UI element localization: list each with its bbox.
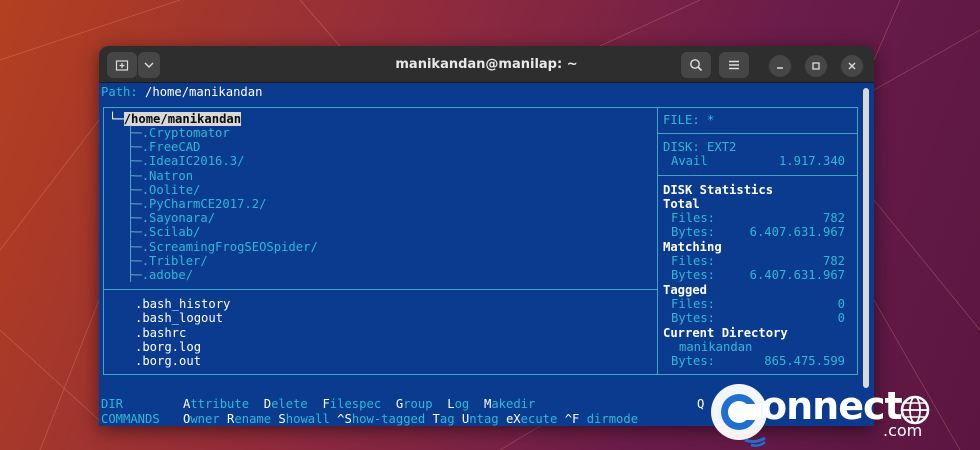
tree-dir-item[interactable]: ├─.Natron — [127, 169, 193, 183]
disk-type: DISK: EXT2 — [663, 140, 737, 154]
tree-dir-name: .Tribler/ — [141, 253, 208, 268]
hamburger-icon — [729, 60, 739, 70]
tree-dir-name: .Cryptomator — [141, 126, 230, 140]
tree-dir-item[interactable]: ├─.ScreamingFrogSEOSpider/ — [127, 240, 318, 254]
curdir-bytes-value: 865.475.599 — [764, 354, 845, 368]
tree-dir-name: .FreeCAD — [141, 140, 201, 155]
total-title: Total — [663, 197, 700, 211]
command-item[interactable]: Group — [396, 397, 433, 411]
command-item[interactable]: Attribute — [183, 397, 249, 411]
maximize-icon — [812, 62, 820, 70]
maximize-button[interactable] — [805, 55, 827, 77]
tree-dir-item[interactable]: ├─.IdeaIC2016.3/ — [127, 154, 244, 168]
total-bytes-value: 6.407.631.967 — [749, 225, 845, 239]
minimize-icon — [777, 67, 783, 69]
command-item[interactable]: Owner — [183, 412, 220, 426]
command-item[interactable]: Rename — [227, 412, 271, 426]
command-item[interactable]: Makedir — [484, 397, 535, 411]
tree-dir-name: .PyCharmCE2017.2/ — [141, 197, 267, 211]
tree-dir-name: .Scilab/ — [141, 225, 201, 240]
file-item[interactable]: .bash_logout — [135, 311, 223, 325]
command-item[interactable]: Untag — [462, 412, 499, 426]
curdir-title: Current Directory — [663, 326, 788, 340]
path-line: Path: /home/manikandan — [101, 85, 262, 99]
terminal-content[interactable]: Path: /home/manikandan └─/home/manikanda… — [99, 83, 874, 426]
matching-bytes-value: 6.407.631.967 — [749, 268, 845, 282]
command-row-commands: COMMANDS Owner Rename Showall ^Show-tagge… — [101, 412, 639, 426]
command-row-dir: DIR Attribute Delete Filespec Group Log M… — [101, 397, 705, 411]
matching-files-value: 782 — [822, 254, 845, 268]
matching-title: Matching — [663, 240, 722, 254]
file-item[interactable]: .borg.log — [135, 340, 201, 354]
tree-branch: ├─ — [127, 253, 142, 268]
search-button[interactable] — [681, 52, 711, 78]
tree-branch: ├─ — [127, 154, 142, 169]
command-item[interactable]: Delete — [264, 397, 308, 411]
tree-branch: ├─ — [127, 225, 142, 240]
avail-value: 1.917.340 — [778, 154, 845, 168]
tree-dir-item[interactable]: ├─.Tribler/ — [127, 254, 208, 268]
tree-dir-item[interactable]: ├─.FreeCAD — [127, 140, 200, 154]
tree-dir-item[interactable]: ├─.PyCharmCE2017.2/ — [127, 197, 266, 211]
tree-dir-item[interactable]: ├─.Scilab/ — [127, 225, 200, 239]
command-item[interactable]: Tag — [433, 412, 455, 426]
tagged-bytes-value: 0 — [837, 311, 845, 325]
search-icon — [690, 59, 703, 72]
command-item[interactable]: Log — [447, 397, 469, 411]
tree-dir-name: .Oolite/ — [141, 182, 201, 197]
tree-dir-item[interactable]: ├─.Cryptomator — [127, 126, 230, 140]
tree-branch: ├─ — [127, 126, 142, 140]
watermark-sub: .com — [883, 421, 923, 440]
tree-branch: ├─ — [127, 197, 142, 211]
file-filter: FILE: * — [663, 113, 715, 127]
tree-branch: ├─ — [127, 182, 142, 197]
tree-branch: ├─ — [127, 168, 142, 183]
stats-title: DISK Statistics — [663, 183, 774, 197]
title-bar: manikandan@manilap: ~ — [99, 46, 874, 83]
file-item[interactable]: .bashrc — [135, 326, 186, 340]
tree-branch: ├─ — [127, 268, 142, 282]
file-item[interactable]: .bash_history — [135, 297, 230, 311]
window-title: manikandan@manilap: ~ — [395, 57, 578, 72]
tree-dir-name: .Sayonara/ — [141, 211, 216, 226]
watermark-text: onnect — [761, 384, 903, 428]
tree-dir-item[interactable]: ├─.Sayonara/ — [127, 211, 215, 225]
tree-dir-name: .IdeaIC2016.3/ — [141, 154, 245, 169]
tree-dir-name: .ScreamingFrogSEOSpider/ — [141, 239, 318, 254]
command-item[interactable]: Filespec — [322, 397, 381, 411]
tagged-title: Tagged — [663, 283, 708, 297]
path-label: Path: — [101, 85, 138, 99]
total-files-value: 782 — [822, 211, 845, 225]
terminal-window: manikandan@manilap: ~ Path: /home/manika… — [99, 46, 874, 426]
scrollbar-thumb[interactable] — [863, 88, 869, 388]
close-icon — [848, 62, 856, 70]
tree-dir-item[interactable]: ├─.Oolite/ — [127, 183, 200, 197]
tree-dir-item[interactable]: ├─.adobe/ — [127, 268, 193, 282]
command-item[interactable]: ^Show-tagged — [337, 412, 425, 426]
tree-branch: ├─ — [127, 140, 142, 155]
command-item[interactable]: eXecute — [506, 412, 557, 426]
tree-root[interactable]: └─/home/manikandan — [109, 112, 242, 126]
tree-branch: ├─ — [127, 239, 142, 254]
close-button[interactable] — [841, 55, 863, 77]
tree-branch: ├─ — [127, 211, 142, 226]
command-item[interactable]: Showall — [278, 412, 329, 426]
minimize-button[interactable] — [769, 55, 791, 77]
file-item[interactable]: .borg.out — [135, 354, 201, 368]
menu-button[interactable] — [719, 52, 749, 78]
tree-dir-name: .adobe/ — [141, 268, 194, 282]
path-value: /home/manikandan — [145, 85, 263, 99]
tree-dir-name: .Natron — [141, 168, 194, 183]
command-item[interactable]: ^F dirmode — [565, 412, 638, 426]
tagged-files-value: 0 — [837, 297, 845, 311]
connect-watermark: onnect .com — [705, 378, 945, 448]
curdir-name: manikandan — [679, 340, 753, 354]
